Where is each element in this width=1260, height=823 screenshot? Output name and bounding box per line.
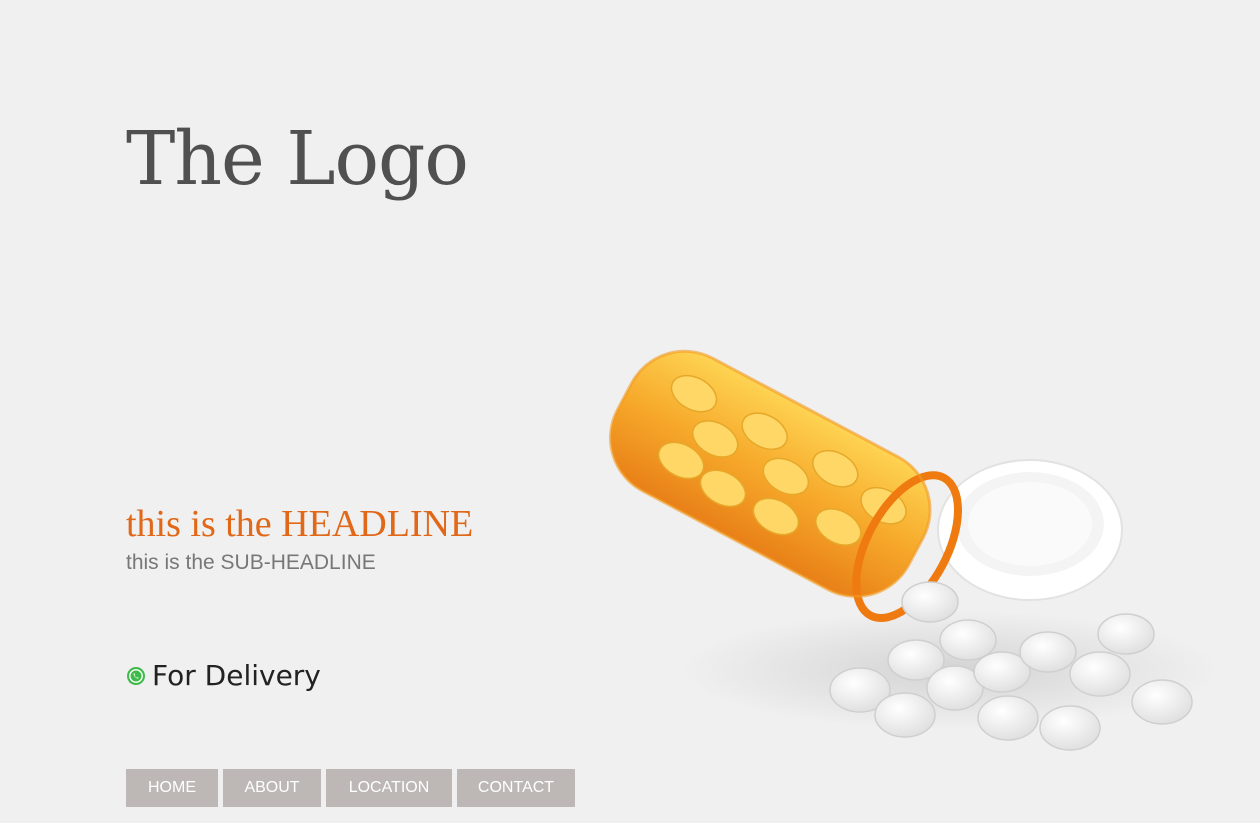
whatsapp-icon [126, 666, 146, 686]
delivery-label: For Delivery [152, 659, 321, 692]
hero-subheadline: this is the SUB-HEADLINE [126, 551, 376, 574]
nav-item-home[interactable]: HOME [126, 769, 218, 807]
nav-item-location[interactable]: LOCATION [326, 769, 452, 807]
hero-image [590, 340, 1230, 780]
page: The Logo this is the HEADLINE this is th… [0, 0, 1260, 823]
bottle-cap [937, 459, 1123, 601]
nav-item-about[interactable]: ABOUT [223, 769, 321, 807]
hero-headline: this is the HEADLINE [126, 503, 474, 545]
nav-item-contact[interactable]: CONTACT [457, 769, 575, 807]
delivery-link[interactable]: For Delivery [126, 662, 321, 690]
site-logo[interactable]: The Logo [126, 122, 469, 196]
main-nav: HOME ABOUT LOCATION CONTACT [126, 769, 575, 807]
